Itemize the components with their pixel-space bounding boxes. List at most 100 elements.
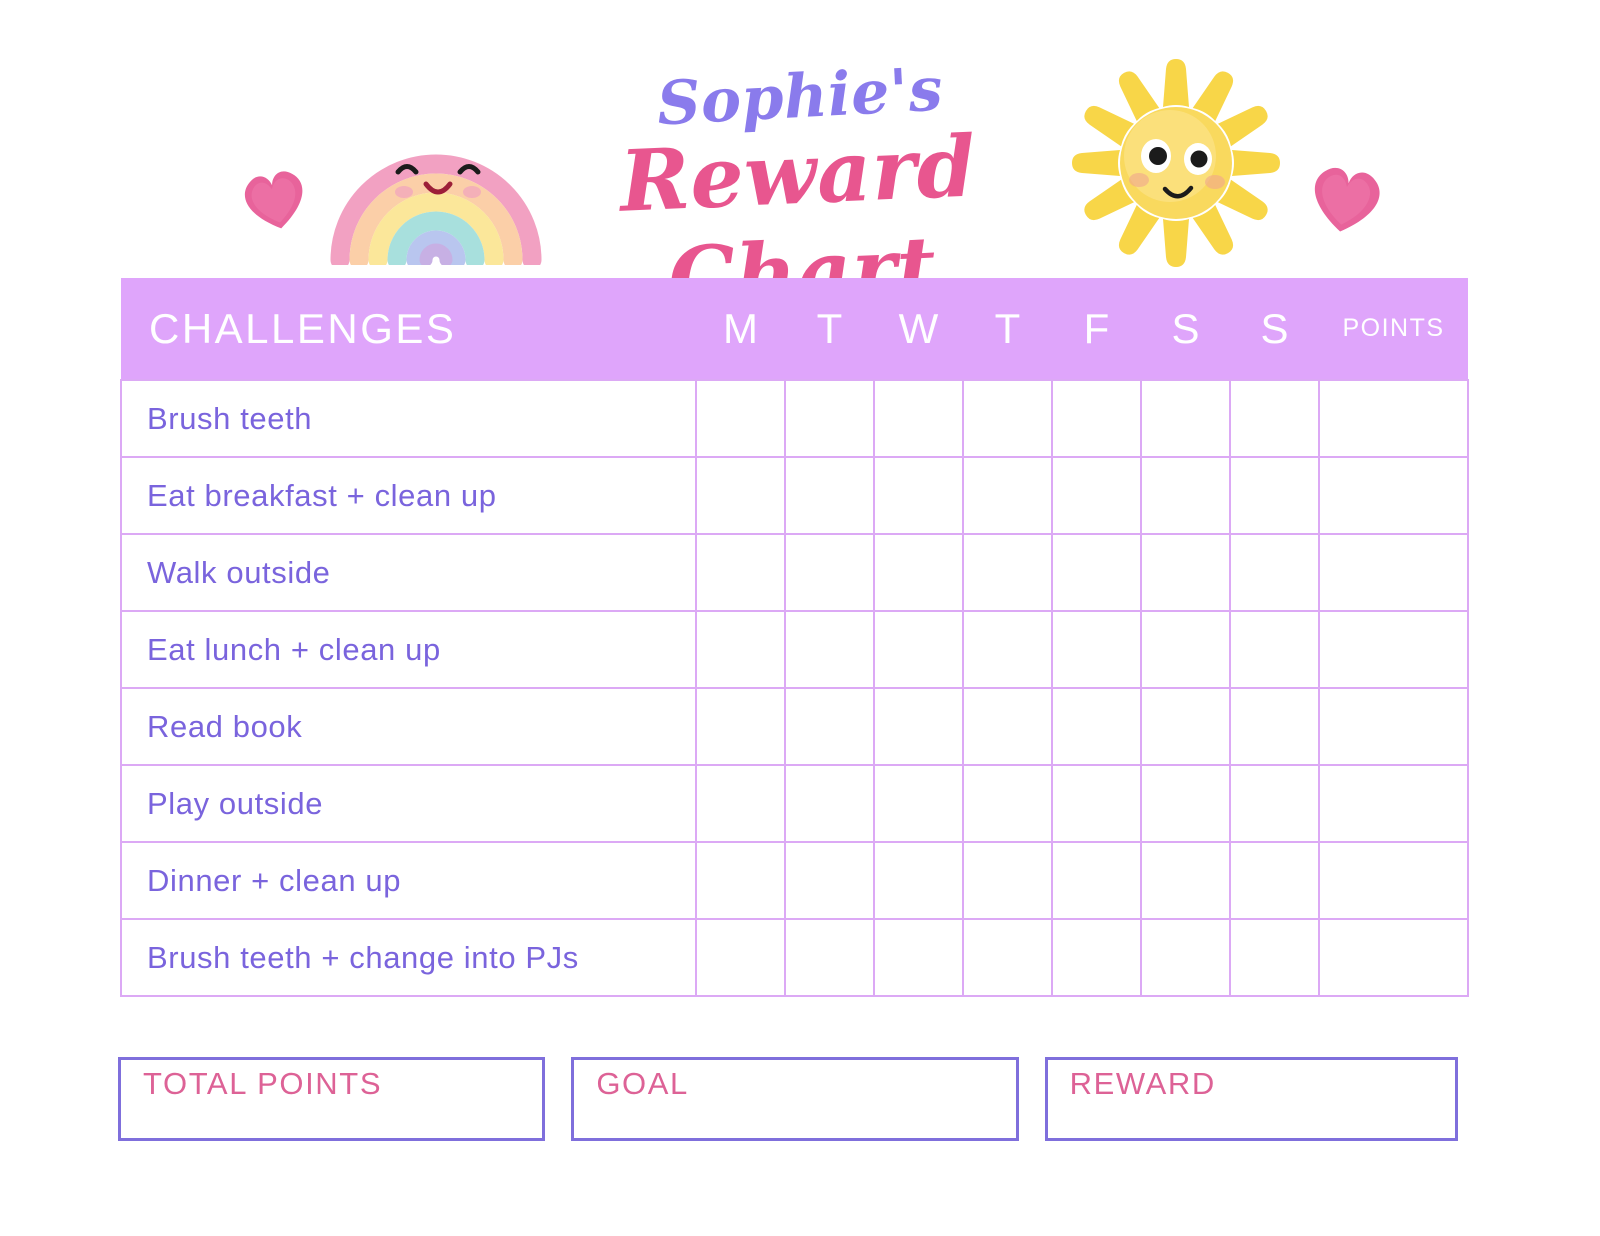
page-title: Sophie's Reward Chart <box>540 55 1060 328</box>
checkbox-cell-friday[interactable] <box>1051 610 1142 689</box>
task-label: Dinner + clean up <box>120 841 697 920</box>
checkbox-cell-friday[interactable] <box>1051 456 1142 535</box>
checkbox-cell-thursday[interactable] <box>962 610 1053 689</box>
checkbox-cell-thursday[interactable] <box>962 533 1053 612</box>
header-day-wednesday: W <box>874 278 963 380</box>
table-row: Eat breakfast + clean up <box>120 456 1469 535</box>
heart-icon-left <box>236 163 314 235</box>
checkbox-cell-sunday[interactable] <box>1229 456 1320 535</box>
points-cell[interactable] <box>1318 610 1469 689</box>
checkbox-cell-sunday[interactable] <box>1229 687 1320 766</box>
checkbox-cell-saturday[interactable] <box>1140 918 1231 997</box>
title-child-name: Sophie's <box>655 54 945 140</box>
summary-boxes: TOTAL POINTS GOAL REWARD <box>118 1057 1458 1141</box>
reward-chart-page: Sophie's Reward Chart CHALLENGES M T W T… <box>0 0 1600 1236</box>
checkbox-cell-tuesday[interactable] <box>784 533 875 612</box>
checkbox-cell-friday[interactable] <box>1051 764 1142 843</box>
checkbox-cell-friday[interactable] <box>1051 379 1142 458</box>
goal-label: GOAL <box>596 1066 689 1101</box>
checkbox-cell-saturday[interactable] <box>1140 610 1231 689</box>
checkbox-cell-thursday[interactable] <box>962 687 1053 766</box>
checkbox-cell-thursday[interactable] <box>962 918 1053 997</box>
table-row: Brush teeth <box>120 379 1469 458</box>
table-row: Play outside <box>120 764 1469 843</box>
checkbox-cell-sunday[interactable] <box>1229 918 1320 997</box>
checkbox-cell-monday[interactable] <box>695 610 786 689</box>
task-label: Read book <box>120 687 697 766</box>
reward-label: REWARD <box>1069 1066 1216 1101</box>
header-challenges: CHALLENGES <box>121 278 696 380</box>
checkbox-cell-sunday[interactable] <box>1229 379 1320 458</box>
header-points: POINTS <box>1319 278 1468 380</box>
points-cell[interactable] <box>1318 533 1469 612</box>
points-cell[interactable] <box>1318 841 1469 920</box>
points-cell[interactable] <box>1318 918 1469 997</box>
total-points-box[interactable]: TOTAL POINTS <box>118 1057 546 1141</box>
checkbox-cell-monday[interactable] <box>695 841 786 920</box>
task-label: Brush teeth <box>120 379 697 458</box>
checkbox-cell-wednesday[interactable] <box>873 456 964 535</box>
checkbox-cell-friday[interactable] <box>1051 841 1142 920</box>
checkbox-cell-sunday[interactable] <box>1229 533 1320 612</box>
checkbox-cell-monday[interactable] <box>695 687 786 766</box>
checkbox-cell-monday[interactable] <box>695 533 786 612</box>
checkbox-cell-tuesday[interactable] <box>784 379 875 458</box>
table-row: Brush teeth + change into PJs <box>120 918 1469 997</box>
points-cell[interactable] <box>1318 687 1469 766</box>
header-day-friday: F <box>1052 278 1141 380</box>
reward-box[interactable]: REWARD <box>1044 1057 1458 1141</box>
checkbox-cell-tuesday[interactable] <box>784 918 875 997</box>
table-row: Walk outside <box>120 533 1469 612</box>
table-row: Dinner + clean up <box>120 841 1469 920</box>
checkbox-cell-monday[interactable] <box>695 918 786 997</box>
points-cell[interactable] <box>1318 456 1469 535</box>
checkbox-cell-thursday[interactable] <box>962 379 1053 458</box>
goal-box[interactable]: GOAL <box>571 1057 1019 1141</box>
checkbox-cell-wednesday[interactable] <box>873 764 964 843</box>
checkbox-cell-friday[interactable] <box>1051 687 1142 766</box>
checkbox-cell-thursday[interactable] <box>962 764 1053 843</box>
checkbox-cell-friday[interactable] <box>1051 918 1142 997</box>
checkbox-cell-wednesday[interactable] <box>873 687 964 766</box>
points-cell[interactable] <box>1318 764 1469 843</box>
checkbox-cell-tuesday[interactable] <box>784 687 875 766</box>
table-header: CHALLENGES M T W T F S S POINTS <box>121 278 1468 380</box>
table-row: Read book <box>120 687 1469 766</box>
checkbox-cell-saturday[interactable] <box>1140 533 1231 612</box>
header-day-sunday: S <box>1230 278 1319 380</box>
total-points-label: TOTAL POINTS <box>143 1066 383 1101</box>
checkbox-cell-wednesday[interactable] <box>873 841 964 920</box>
checkbox-cell-sunday[interactable] <box>1229 610 1320 689</box>
checkbox-cell-friday[interactable] <box>1051 533 1142 612</box>
checkbox-cell-sunday[interactable] <box>1229 841 1320 920</box>
checkbox-cell-monday[interactable] <box>695 379 786 458</box>
checkbox-cell-saturday[interactable] <box>1140 456 1231 535</box>
checkbox-cell-saturday[interactable] <box>1140 764 1231 843</box>
points-cell[interactable] <box>1318 379 1469 458</box>
checkbox-cell-wednesday[interactable] <box>873 610 964 689</box>
checkbox-cell-saturday[interactable] <box>1140 841 1231 920</box>
checkbox-cell-monday[interactable] <box>695 456 786 535</box>
checkbox-cell-thursday[interactable] <box>962 456 1053 535</box>
checkbox-cell-wednesday[interactable] <box>873 533 964 612</box>
checkbox-cell-tuesday[interactable] <box>784 456 875 535</box>
checkbox-cell-thursday[interactable] <box>962 841 1053 920</box>
rainbow-icon <box>330 100 542 270</box>
checkbox-cell-saturday[interactable] <box>1140 379 1231 458</box>
checkbox-cell-tuesday[interactable] <box>784 610 875 689</box>
heart-icon-right <box>1302 158 1390 238</box>
checkbox-cell-monday[interactable] <box>695 764 786 843</box>
checkbox-cell-sunday[interactable] <box>1229 764 1320 843</box>
table-body: Brush teeth Eat breakfast + clean up Walk … <box>120 379 1469 997</box>
task-label: Brush teeth + change into PJs <box>120 918 697 997</box>
task-label: Walk outside <box>120 533 697 612</box>
header-day-thursday: T <box>963 278 1052 380</box>
checkbox-cell-wednesday[interactable] <box>873 918 964 997</box>
sun-icon <box>1058 52 1294 274</box>
task-label: Eat breakfast + clean up <box>120 456 697 535</box>
checkbox-cell-tuesday[interactable] <box>784 841 875 920</box>
task-label: Play outside <box>120 764 697 843</box>
checkbox-cell-saturday[interactable] <box>1140 687 1231 766</box>
checkbox-cell-wednesday[interactable] <box>873 379 964 458</box>
checkbox-cell-tuesday[interactable] <box>784 764 875 843</box>
